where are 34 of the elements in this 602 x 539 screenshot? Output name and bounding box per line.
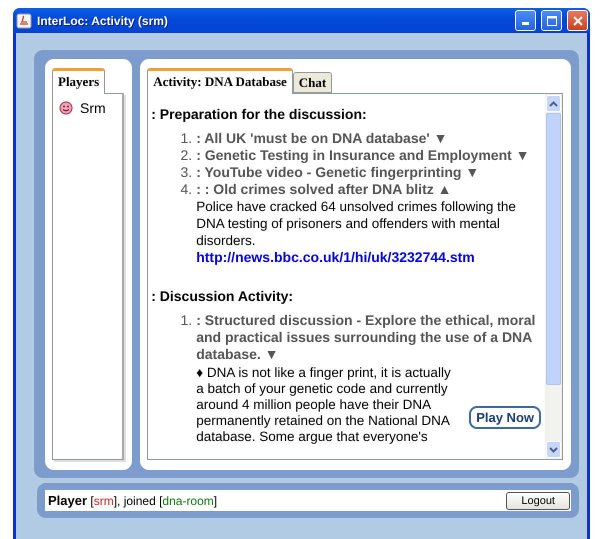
article-link[interactable]: http://news.bbc.co.uk/1/hi/uk/3232744.stm <box>196 249 475 265</box>
section-heading: : Preparation for the discussion: <box>151 106 368 122</box>
minimize-button[interactable] <box>515 10 536 31</box>
scroll-down-icon[interactable] <box>549 446 558 452</box>
item-number: 1. <box>180 312 192 330</box>
item-note: ♦ DNA is not like a finger print, it is actually a batch of your genetic code and currently around 4 million people have their DNA permanently retained on the National DNA database. Some argue that everyone's <box>196 365 452 445</box>
section-heading: : Discussion Activity: <box>151 288 294 304</box>
status-text: Player [srm], joined [dna-room] <box>48 493 218 508</box>
window-title: InterLoc: Activity (srm) <box>37 14 169 28</box>
play-now-button[interactable]: Play Now <box>469 406 541 429</box>
item-number: 3. <box>180 164 192 181</box>
scrollbar[interactable] <box>545 94 562 459</box>
item-number: 4. <box>180 181 192 199</box>
item-title[interactable]: : YouTube video - Genetic fingerprinting ▼ <box>196 164 541 181</box>
maximize-button[interactable] <box>541 10 562 31</box>
close-icon <box>572 16 582 26</box>
scroll-thumb[interactable] <box>546 113 561 385</box>
players-tab[interactable]: Players <box>52 68 106 94</box>
item-description: Police have cracked 64 unsolved crimes following the DNA testing of prisoners and offenders with mental disorders. <box>196 198 517 249</box>
logout-button[interactable]: Logout <box>506 492 570 510</box>
item-number: 2. <box>180 147 192 164</box>
item-title[interactable]: : Structured discussion - Explore the ethical, moral and practical issues surrounding the use of a DNA database. ▼ <box>196 312 541 363</box>
player-name[interactable]: Srm <box>80 100 106 116</box>
close-button[interactable] <box>567 10 588 31</box>
item-title[interactable]: : : Old crimes solved after DNA blitz ▲ <box>196 181 541 198</box>
item-title[interactable]: : Genetic Testing in Insurance and Employment ▼ <box>196 147 541 164</box>
smiley-icon <box>59 101 73 115</box>
scroll-up-icon[interactable] <box>549 100 558 106</box>
maximize-icon <box>546 16 556 26</box>
item-number: 1. <box>180 130 192 147</box>
app-icon <box>16 12 32 28</box>
tab[interactable]: Activity: DNA Database <box>147 68 293 94</box>
tab[interactable]: Chat <box>292 72 332 93</box>
item-title[interactable]: : All UK 'must be on DNA database' ▼ <box>196 130 541 147</box>
